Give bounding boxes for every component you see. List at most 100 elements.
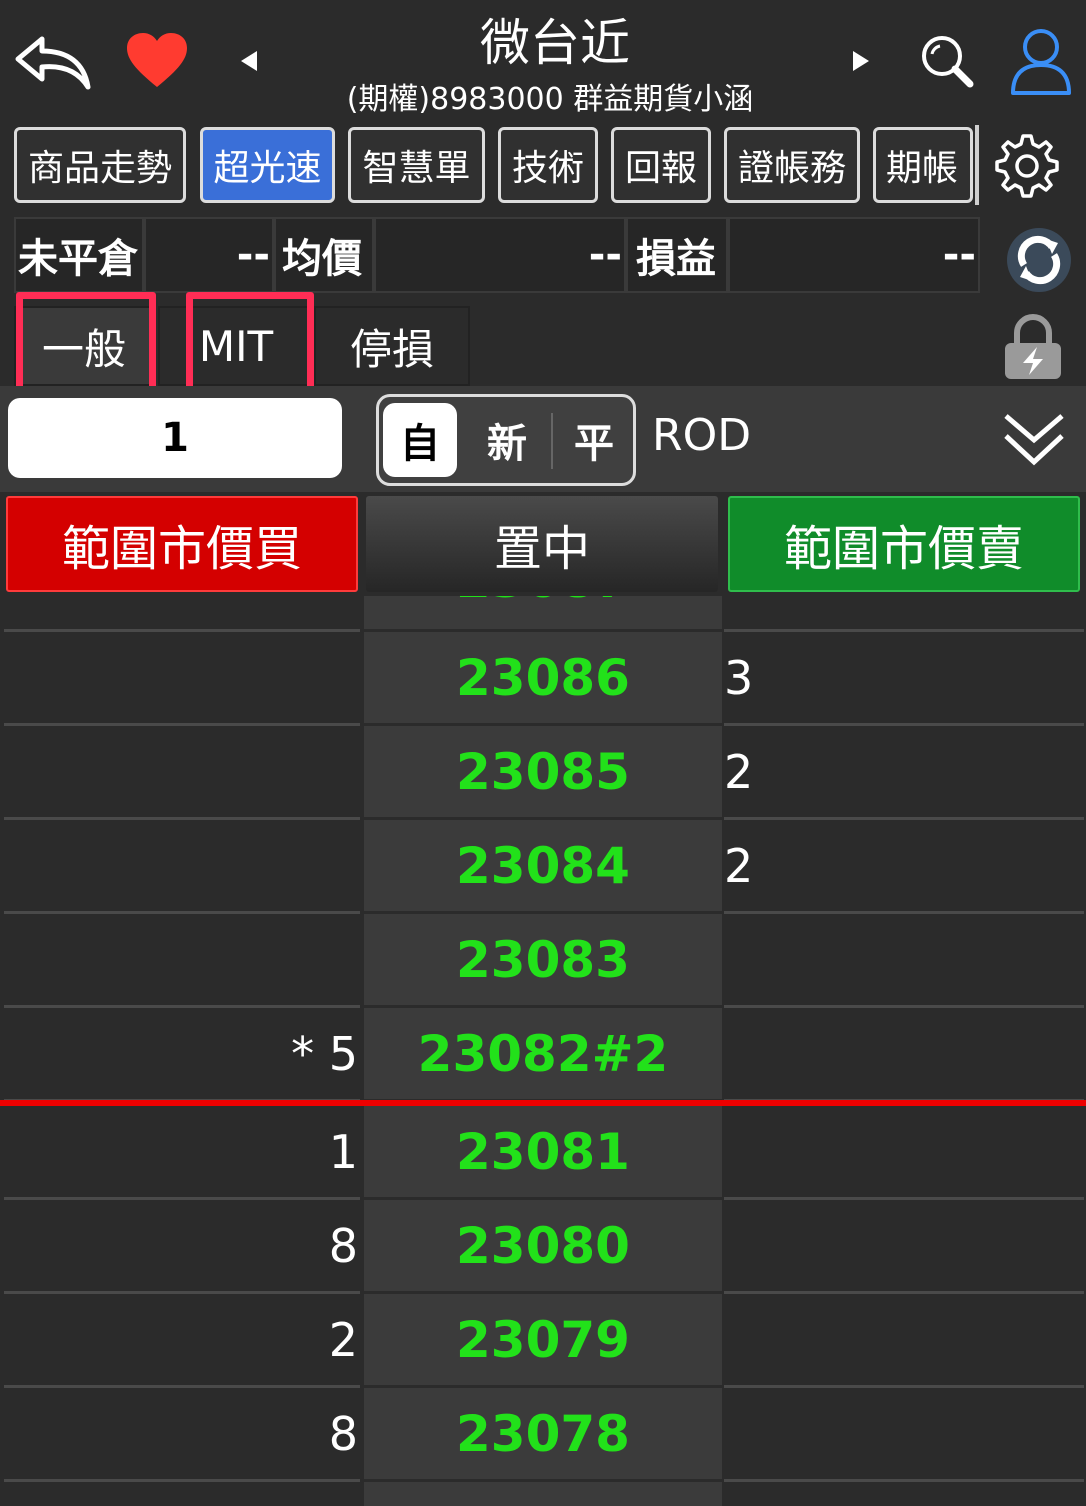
time-in-force[interactable]: ROD (652, 410, 751, 461)
buy-qty-cell[interactable] (4, 820, 360, 914)
price-cell[interactable]: 23081 (364, 1106, 722, 1200)
avg-price-label-text: 均價 (282, 236, 362, 282)
ladder-row: 1 23081 (0, 1106, 1086, 1200)
tab-label: 證帳務 (737, 148, 846, 189)
double-chevron-down-icon[interactable] (998, 400, 1070, 480)
ladder-row: 23084 2 (0, 820, 1086, 914)
open-position-label-text: 未平倉 (18, 236, 138, 282)
open-position-value-text: -- (236, 232, 270, 278)
open-position-value: -- (144, 217, 274, 293)
sell-qty-cell[interactable] (724, 1482, 1084, 1506)
buy-qty-cell[interactable]: * 5 (4, 1008, 360, 1102)
tab-futures-account[interactable]: 期帳 (873, 127, 973, 203)
price-cell[interactable]: 23082#2 (364, 1008, 722, 1102)
sell-qty-cell[interactable] (724, 1008, 1084, 1102)
avg-price-label: 均價 (274, 217, 374, 293)
order-type-tabs: 一般 MIT 停損 (0, 306, 1086, 386)
gear-icon[interactable] (990, 128, 1064, 204)
search-icon[interactable] (912, 30, 984, 94)
tab-label: 技術 (511, 148, 584, 189)
sell-qty-cell[interactable]: 2 (724, 820, 1084, 914)
buy-qty-cell[interactable] (4, 632, 360, 726)
price-cell[interactable]: 23080 (364, 1200, 722, 1294)
tab-label: 商品走勢 (27, 148, 172, 189)
ladder-row: 23085 2 (0, 726, 1086, 820)
tab-super-speed[interactable]: 超光速 (200, 127, 335, 203)
ladder-row-partial: 23087 (0, 596, 1086, 632)
open-close-selector: 自 新 平 (376, 394, 636, 486)
pnl-label-text: 損益 (636, 236, 716, 282)
ladder-row-partial (0, 1482, 1086, 1506)
tab-label: 期帳 (886, 148, 959, 189)
tab-label: 智慧單 (362, 148, 471, 189)
ladder-row: 23083 (0, 914, 1086, 1008)
sell-qty-cell[interactable] (724, 596, 1084, 632)
sell-qty-cell[interactable] (724, 1200, 1084, 1294)
tab-smart-order[interactable]: 智慧單 (348, 127, 485, 203)
buy-qty-cell[interactable]: 8 (4, 1200, 360, 1294)
segment-close[interactable]: 平 (555, 403, 633, 477)
tab-report[interactable]: 回報 (611, 127, 711, 203)
sell-qty-cell[interactable] (724, 1106, 1084, 1200)
sell-qty-cell[interactable]: 3 (724, 632, 1084, 726)
order-type-stop-loss[interactable]: 停損 (314, 306, 470, 386)
heart-icon[interactable] (122, 28, 192, 92)
tab-securities-account[interactable]: 證帳務 (724, 127, 860, 203)
user-icon[interactable] (1008, 26, 1074, 96)
position-summary: 未平倉 -- 均價 -- 損益 -- (14, 217, 980, 293)
pnl-value: -- (728, 217, 980, 293)
price-ladder: 23087 23086 3 23085 2 23084 2 23083 * 5 … (0, 596, 1086, 1506)
buy-qty-cell[interactable] (4, 726, 360, 820)
tabs-divider (975, 125, 979, 205)
buy-qty-cell[interactable] (4, 914, 360, 1008)
buy-qty-cell[interactable] (4, 1482, 360, 1506)
highlight-normal (16, 292, 156, 400)
buy-qty-cell[interactable]: 1 (4, 1106, 360, 1200)
lock-flash-icon[interactable] (996, 310, 1070, 384)
tab-label: 回報 (624, 148, 697, 189)
triangle-right-icon[interactable] (846, 44, 876, 78)
tab-technical[interactable]: 技術 (498, 127, 598, 203)
pnl-value-text: -- (942, 232, 976, 278)
segment-new[interactable]: 新 (465, 403, 549, 477)
center-button[interactable]: 置中 (366, 496, 718, 592)
back-arrow-icon[interactable] (10, 28, 94, 94)
ladder-row: 2 23079 (0, 1294, 1086, 1388)
price-cell[interactable]: 23079 (364, 1294, 722, 1388)
sell-qty-cell[interactable] (724, 914, 1084, 1008)
ladder-row: 8 23078 (0, 1388, 1086, 1482)
quantity-input[interactable]: 1 (8, 398, 342, 478)
price-cell[interactable] (364, 1482, 722, 1506)
order-type-label: 停損 (349, 324, 434, 374)
segment-divider (551, 413, 553, 469)
buy-qty-cell[interactable] (4, 596, 360, 632)
price-cell[interactable]: 23086 (364, 632, 722, 726)
ladder-row: 23086 3 (0, 632, 1086, 726)
ladder-row: 8 23080 (0, 1200, 1086, 1294)
triangle-left-icon[interactable] (234, 44, 264, 78)
segment-auto[interactable]: 自 (383, 403, 457, 477)
sell-qty-cell[interactable]: 2 (724, 726, 1084, 820)
refresh-icon[interactable] (1004, 225, 1074, 295)
market-sell-button[interactable]: 範圍市價賣 (728, 496, 1080, 592)
order-controls: 1 自 新 平 ROD (0, 386, 1086, 492)
avg-price-value-text: -- (588, 232, 622, 278)
price-cell[interactable]: 23087 (364, 596, 722, 632)
price-cell[interactable]: 23085 (364, 726, 722, 820)
market-buy-button[interactable]: 範圍市價買 (6, 496, 358, 592)
open-position-label: 未平倉 (14, 217, 144, 293)
sell-qty-cell[interactable] (724, 1294, 1084, 1388)
price-cell[interactable]: 23084 (364, 820, 722, 914)
tab-product-trend[interactable]: 商品走勢 (14, 127, 186, 203)
price-cell[interactable]: 23083 (364, 914, 722, 1008)
page-title: 微台近 (480, 14, 630, 72)
buy-qty-cell[interactable]: 8 (4, 1388, 360, 1482)
buy-qty-cell[interactable]: 2 (4, 1294, 360, 1388)
function-tabs: 商品走勢 超光速 智慧單 技術 回報 證帳務 期帳 (0, 120, 1086, 212)
price-cell[interactable]: 23078 (364, 1388, 722, 1482)
quick-actions: 範圍市價買 置中 範圍市價賣 (0, 492, 1086, 596)
sell-qty-cell[interactable] (724, 1388, 1084, 1482)
pnl-label: 損益 (626, 217, 728, 293)
account-subtitle: (期權)8983000 群益期貨小涵 (346, 82, 754, 117)
avg-price-value: -- (374, 217, 626, 293)
